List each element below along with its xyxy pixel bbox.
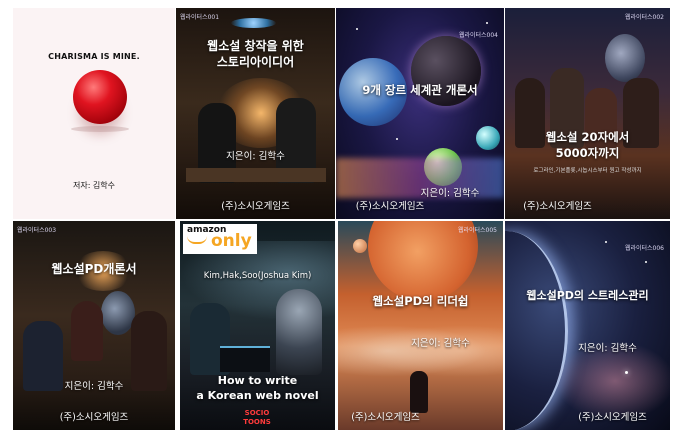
book-cover-grid: CHARISMA IS MINE. 저자: 김학수 웹라이터스001 웹소설 창…	[13, 8, 672, 430]
cover-serial: 웹라이터스005	[457, 227, 497, 234]
amazon-badge: amazon only	[183, 224, 257, 254]
ceiling-lamp	[231, 18, 276, 28]
cover-publisher: (주)소시오게임즈	[355, 201, 425, 212]
laptop	[220, 346, 270, 372]
robot-figure	[101, 291, 135, 335]
cover-title: CHARISMA IS MINE.	[48, 52, 140, 61]
red-ball-icon	[73, 70, 127, 124]
cover-title: 웹소설PD개론서	[51, 262, 137, 276]
cover-author: 지은이: 김학수	[226, 151, 285, 162]
teal-orb	[476, 126, 500, 150]
star	[486, 22, 488, 24]
only-label: only	[211, 231, 252, 251]
book-cover-nine-genres[interactable]: 웹라이터스004 9개 장르 세계관 개론서 지은이: 김학수 (주)소시오게임…	[336, 8, 504, 219]
cover-author: 지은이: 김학수	[411, 338, 470, 349]
book-cover-amazon-english[interactable]: amazon only Kim,Hak,Soo(Joshua Kim) How …	[180, 221, 335, 430]
book-cover-charisma[interactable]: CHARISMA IS MINE. 저자: 김학수	[13, 8, 175, 219]
cover-publisher: (주)소시오게임즈	[351, 412, 420, 423]
small-moon	[353, 239, 367, 253]
cover-title: 웹소설 20자에서 5000자까지	[545, 130, 630, 160]
book-cover-story-idea[interactable]: 웹라이터스001 웹소설 창작을 위한 스토리아이디어 지은이: 김학수 (주)…	[176, 8, 335, 219]
star	[396, 138, 398, 140]
star	[605, 241, 607, 243]
lone-figure	[410, 371, 428, 413]
cover-title: 9개 장르 세계관 개론서	[362, 83, 478, 97]
book-cover-pd-stress[interactable]: 웹라이터스006 웹소설PD의 스트레스관리 지은이: 김학수 (주)소시오게임…	[505, 221, 670, 430]
cover-serial: 웹라이터스002	[624, 14, 664, 21]
cover-publisher: (주)소시오게임즈	[523, 201, 592, 212]
cover-serial: 웹라이터스004	[458, 32, 498, 39]
person-figure	[71, 301, 103, 361]
cover-serial: 웹라이터스003	[17, 227, 57, 234]
cover-author: 지은이: 김학수	[420, 188, 480, 199]
cover-author: 지은이: 김학수	[578, 343, 637, 354]
desk	[186, 168, 326, 182]
star	[356, 28, 358, 30]
cover-publisher: (주)소시오게임즈	[221, 201, 290, 212]
cover-author: 저자: 김학수	[72, 181, 116, 190]
cover-subtitle: 로그라인,기본플롯,시놉시스부터 원고 작성까지	[533, 168, 642, 174]
ball-shadow	[71, 126, 129, 132]
star	[625, 371, 628, 374]
amazon-smile-icon	[187, 236, 207, 244]
cover-serial: 웹라이터스001	[180, 14, 220, 21]
cover-title: 웹소설PD의 리더쉽	[372, 294, 469, 308]
cover-title: 웹소설PD의 스트레스관리	[526, 289, 649, 302]
cover-author: 지은이: 김학수	[64, 381, 124, 392]
book-cover-pd-intro[interactable]: 웹라이터스003 웹소설PD개론서 지은이: 김학수 (주)소시오게임즈	[13, 221, 175, 430]
robot-figure	[276, 289, 322, 375]
sociotoons-logo: SOCIO TOONS	[243, 409, 271, 426]
star	[645, 261, 647, 263]
robot-head	[605, 34, 645, 82]
cover-title: How to write a Korean web novel	[196, 374, 319, 402]
cover-serial: 웹라이터스006	[624, 245, 664, 252]
book-cover-pd-leadership[interactable]: 웹라이터스005 웹소설PD의 리더쉽 지은이: 김학수 (주)소시오게임즈	[338, 221, 503, 430]
book-cover-20-to-5000[interactable]: 웹라이터스002 웹소설 20자에서 5000자까지 로그라인,기본플롯,시놉시…	[505, 8, 670, 219]
cover-publisher: (주)소시오게임즈	[578, 412, 647, 423]
cover-title: 웹소설 창작을 위한 스토리아이디어	[207, 39, 304, 70]
author-english: Kim,Hak,Soo(Joshua Kim)	[203, 271, 312, 281]
cover-publisher: (주)소시오게임즈	[59, 412, 129, 423]
